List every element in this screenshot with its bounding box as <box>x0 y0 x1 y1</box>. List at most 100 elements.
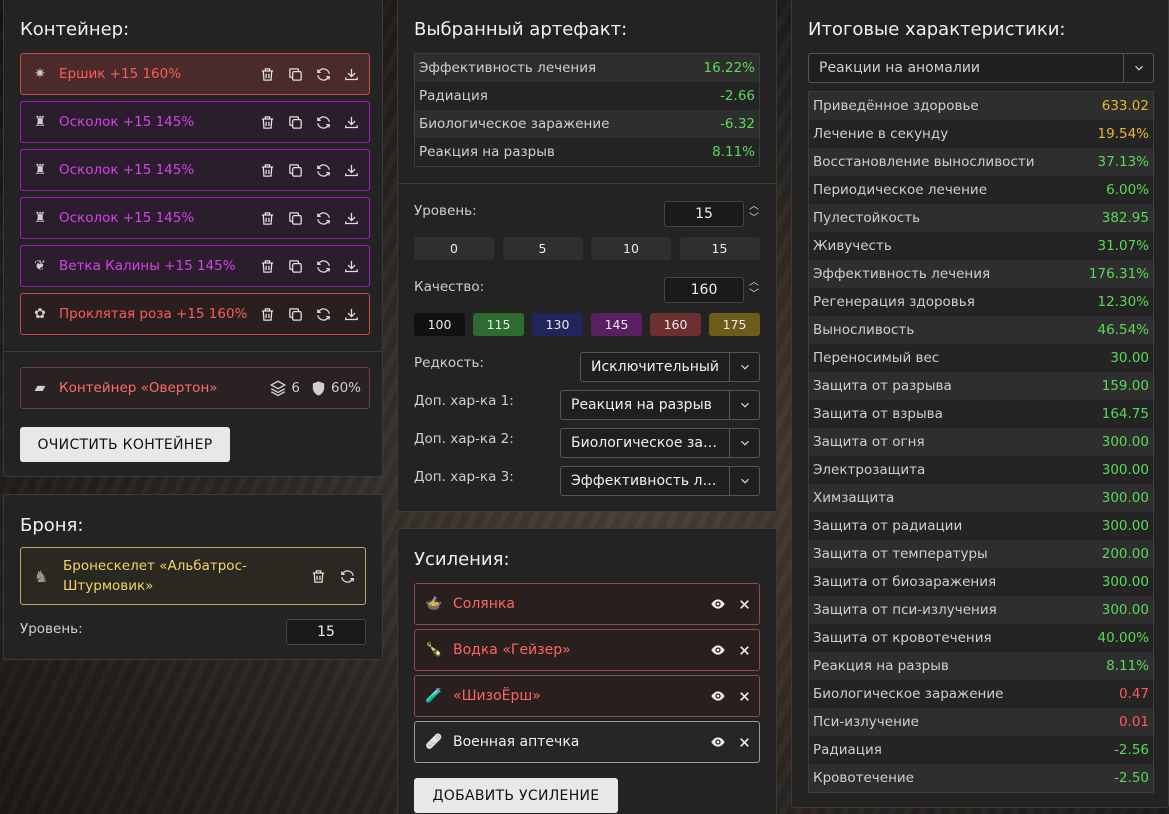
download-icon[interactable] <box>342 65 361 84</box>
artifact-shard-icon: ♜ <box>33 162 47 178</box>
stat-value: -2.56 <box>1114 742 1149 758</box>
stat-row: Пулестойкость 382.95 <box>809 204 1153 232</box>
totals-stats-table: Приведённое здоровье 633.02 Лечение в секу… <box>808 91 1154 793</box>
delete-icon[interactable] <box>258 209 277 228</box>
container-slot[interactable]: ✷ Ершик +15 160% <box>20 53 370 95</box>
quality-chip[interactable]: 160 <box>650 313 701 336</box>
boosts-panel: Усиления: 🍲 Солянка 🍾 Водка «Гейзер» 🧪 «ШизоЁ… <box>397 528 777 814</box>
swap-icon[interactable] <box>314 65 333 84</box>
download-icon[interactable] <box>342 209 361 228</box>
rarity-select[interactable]: Исключительный <box>580 352 760 382</box>
add-boost-button[interactable]: ДОБАВИТЬ УСИЛЕНИЕ <box>414 778 618 813</box>
armor-item[interactable]: ♞ Бронескелет «Альбатрос- Штурмовик» <box>20 547 366 605</box>
stat-row: Выносливость 46.54% <box>809 316 1153 344</box>
download-icon[interactable] <box>342 113 361 132</box>
container-icon: ▰ <box>34 380 46 396</box>
stat-value: 300.00 <box>1101 602 1149 618</box>
copy-icon[interactable] <box>286 209 305 228</box>
level-chip[interactable]: 10 <box>591 237 671 260</box>
container-slot[interactable]: ♜ Осколок +15 145% <box>20 101 370 143</box>
exoskeleton-icon: ♞ <box>33 566 49 586</box>
stat-value: 0.01 <box>1118 714 1149 730</box>
swap-icon[interactable] <box>314 209 333 228</box>
container-slot[interactable]: ♜ Осколок +15 145% <box>20 197 370 239</box>
stat-row: Радиация -2.66 <box>415 82 759 110</box>
quality-input[interactable]: 160 <box>664 277 744 303</box>
stat-row: Живучесть 31.07% <box>809 232 1153 260</box>
container-slot[interactable]: ✿ Проклятая роза +15 160% <box>20 293 370 335</box>
close-icon[interactable] <box>738 736 751 749</box>
stat-value: 19.54% <box>1097 126 1149 142</box>
swap-icon[interactable] <box>338 567 357 586</box>
boost-name: Солянка <box>453 596 515 612</box>
level-chip[interactable]: 15 <box>679 237 760 260</box>
clear-container-button[interactable]: ОЧИСТИТЬ КОНТЕЙНЕР <box>20 427 230 462</box>
swap-icon[interactable] <box>314 113 333 132</box>
delete-icon[interactable] <box>258 113 277 132</box>
quality-chip[interactable]: 175 <box>709 313 760 336</box>
close-icon[interactable] <box>738 644 751 657</box>
delete-icon[interactable] <box>258 161 277 180</box>
stat-row: Защита от температуры 200.00 <box>809 540 1153 568</box>
extra3-select[interactable]: Эффективность лечения <box>560 466 760 496</box>
level-chip[interactable]: 0 <box>414 237 494 260</box>
armor-name-line1: Бронескелет «Альбатрос- <box>63 558 247 574</box>
close-icon[interactable] <box>738 690 751 703</box>
armor-level-input[interactable]: 15 <box>286 619 366 645</box>
copy-icon[interactable] <box>286 161 305 180</box>
boost-item[interactable]: 🧪 «ШизоЁрш» <box>414 675 760 717</box>
swap-icon[interactable] <box>314 161 333 180</box>
download-icon[interactable] <box>342 257 361 276</box>
eye-icon[interactable] <box>710 688 726 704</box>
level-spinner[interactable]: ︿ ﹀ <box>748 201 760 225</box>
extra2-select[interactable]: Биологическое заражение <box>560 428 760 458</box>
quality-label: Качество: <box>414 279 485 295</box>
totals-filter-select[interactable]: Реакции на аномалии <box>808 53 1154 83</box>
swap-icon[interactable] <box>314 305 333 324</box>
quality-chip[interactable]: 130 <box>532 313 583 336</box>
extra1-select[interactable]: Реакция на разрыв <box>560 390 760 420</box>
copy-icon[interactable] <box>286 305 305 324</box>
delete-icon[interactable] <box>258 65 277 84</box>
copy-icon[interactable] <box>286 65 305 84</box>
stat-value: 300.00 <box>1101 490 1149 506</box>
stat-row: Защита от радиации 300.00 <box>809 512 1153 540</box>
boost-item[interactable]: 🩹 Военная аптечка <box>414 721 760 763</box>
eye-icon[interactable] <box>710 642 726 658</box>
stat-value: 300.00 <box>1101 434 1149 450</box>
stat-value: 0.47 <box>1118 686 1149 702</box>
delete-icon[interactable] <box>309 567 328 586</box>
extra1-value: Реакция на разрыв <box>571 397 712 413</box>
layers-icon <box>270 380 287 397</box>
totals-title: Итоговые характеристики: <box>808 19 1066 40</box>
container-slot[interactable]: ❦ Ветка Калины +15 145% <box>20 245 370 287</box>
download-icon[interactable] <box>342 161 361 180</box>
stat-value: 31.07% <box>1097 238 1149 254</box>
quality-chip[interactable]: 100 <box>414 313 465 336</box>
boost-item[interactable]: 🍲 Солянка <box>414 583 760 625</box>
copy-icon[interactable] <box>286 113 305 132</box>
armor-panel: Броня: ♞ Бронескелет «Альбатрос- Штурмов… <box>3 494 383 660</box>
boost-item[interactable]: 🍾 Водка «Гейзер» <box>414 629 760 671</box>
slot-name: Осколок +15 145% <box>59 114 195 130</box>
level-chip[interactable]: 5 <box>502 237 583 260</box>
swap-icon[interactable] <box>314 257 333 276</box>
container-panel: Контейнер: ✷ Ершик +15 160% ♜ Осколок +15 1… <box>3 0 383 477</box>
delete-icon[interactable] <box>258 305 277 324</box>
eye-icon[interactable] <box>710 734 726 750</box>
container-item[interactable]: ▰ Контейнер «Овертон» 6 60% <box>20 367 370 409</box>
eye-icon[interactable] <box>710 596 726 612</box>
divider <box>4 351 382 352</box>
copy-icon[interactable] <box>286 257 305 276</box>
container-slot[interactable]: ♜ Осколок +15 145% <box>20 149 370 191</box>
quality-chip[interactable]: 145 <box>591 313 642 336</box>
totals-panel: Итоговые характеристики: Реакции на аном… <box>791 0 1169 808</box>
quality-chip[interactable]: 115 <box>473 313 524 336</box>
stat-value: 46.54% <box>1097 322 1149 338</box>
download-icon[interactable] <box>342 305 361 324</box>
rarity-label: Редкость: <box>414 355 484 371</box>
close-icon[interactable] <box>738 598 751 611</box>
artifact-level-input[interactable]: 15 <box>664 201 744 227</box>
delete-icon[interactable] <box>258 257 277 276</box>
quality-spinner[interactable]: ︿ ﹀ <box>748 277 760 301</box>
